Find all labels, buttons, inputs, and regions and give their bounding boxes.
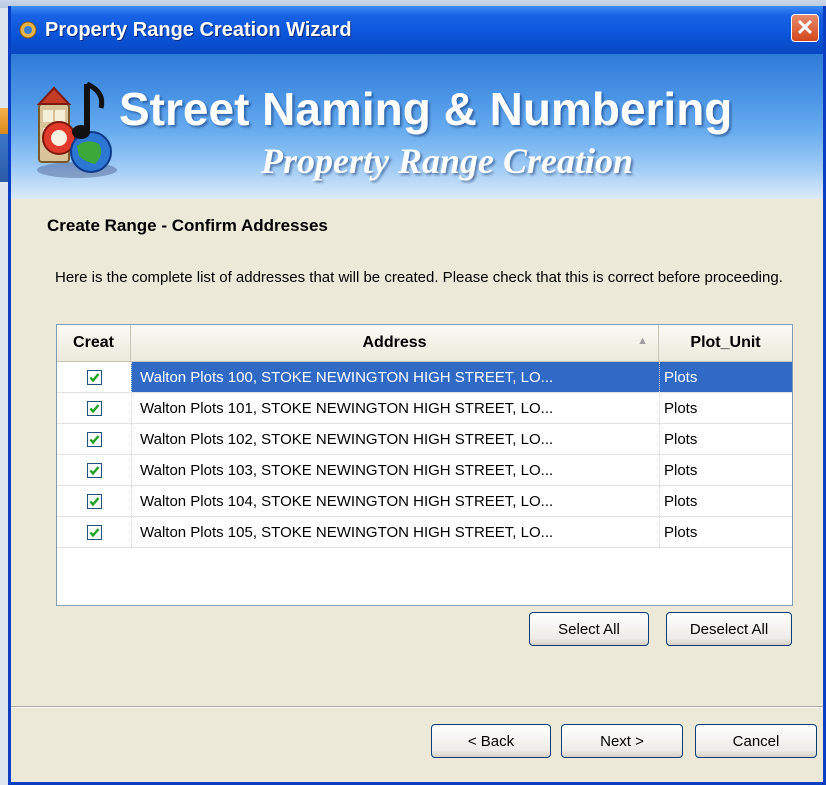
title-bar[interactable]: Property Range Creation Wizard ✕ xyxy=(11,6,823,54)
checkmark-icon xyxy=(89,465,99,475)
table-row[interactable]: Walton Plots 105, STOKE NEWINGTON HIGH S… xyxy=(57,517,792,548)
row-checkbox-cell xyxy=(57,424,131,454)
deselect-all-button[interactable]: Deselect All xyxy=(666,612,792,646)
column-header-creat-label: Creat xyxy=(73,334,114,351)
select-all-button[interactable]: Select All xyxy=(529,612,649,646)
wizard-app-icon xyxy=(17,19,39,41)
column-header-address[interactable]: Address ▲ xyxy=(131,325,659,361)
row-plot-unit: Plots xyxy=(659,517,792,547)
banner-subtitle: Property Range Creation xyxy=(261,141,634,181)
table-row[interactable]: Walton Plots 102, STOKE NEWINGTON HIGH S… xyxy=(57,424,792,455)
addresses-grid[interactable]: Creat Address ▲ Plot_Unit Walton Plots 1… xyxy=(56,324,793,606)
row-address: Walton Plots 103, STOKE NEWINGTON HIGH S… xyxy=(131,455,659,485)
close-button[interactable]: ✕ xyxy=(791,14,819,42)
cancel-button[interactable]: Cancel xyxy=(695,724,817,758)
wizard-window: Property Range Creation Wizard ✕ Street … xyxy=(8,6,826,785)
row-address: Walton Plots 105, STOKE NEWINGTON HIGH S… xyxy=(131,517,659,547)
banner-title: Street Naming & Numbering xyxy=(119,83,733,135)
create-checkbox[interactable] xyxy=(86,462,102,478)
close-icon: ✕ xyxy=(795,15,815,40)
table-row[interactable]: Walton Plots 103, STOKE NEWINGTON HIGH S… xyxy=(57,455,792,486)
create-checkbox[interactable] xyxy=(86,431,102,447)
page-description: Here is the complete list of addresses t… xyxy=(55,269,783,286)
create-checkbox[interactable] xyxy=(86,369,102,385)
row-plot-unit: Plots xyxy=(659,455,792,485)
table-row[interactable]: Walton Plots 101, STOKE NEWINGTON HIGH S… xyxy=(57,393,792,424)
sort-indicator-icon: ▲ xyxy=(637,335,648,347)
column-header-creat[interactable]: Creat xyxy=(57,325,131,361)
row-plot-unit: Plots xyxy=(659,486,792,516)
grid-header: Creat Address ▲ Plot_Unit xyxy=(57,325,792,362)
row-plot-unit: Plots xyxy=(659,362,792,392)
column-header-plot-unit[interactable]: Plot_Unit xyxy=(659,325,792,361)
row-address: Walton Plots 102, STOKE NEWINGTON HIGH S… xyxy=(131,424,659,454)
checkmark-icon xyxy=(89,496,99,506)
row-checkbox-cell xyxy=(57,393,131,423)
row-plot-unit: Plots xyxy=(659,424,792,454)
checkmark-icon xyxy=(89,434,99,444)
next-button[interactable]: Next > xyxy=(561,724,683,758)
street-naming-logo-icon xyxy=(36,81,117,178)
table-row[interactable]: Walton Plots 100, STOKE NEWINGTON HIGH S… xyxy=(57,362,792,393)
window-title: Property Range Creation Wizard xyxy=(45,18,352,41)
row-checkbox-cell xyxy=(57,517,131,547)
create-checkbox[interactable] xyxy=(86,493,102,509)
row-plot-unit: Plots xyxy=(659,393,792,423)
row-address: Walton Plots 104, STOKE NEWINGTON HIGH S… xyxy=(131,486,659,516)
column-header-plot-unit-label: Plot_Unit xyxy=(690,334,761,351)
row-checkbox-cell xyxy=(57,455,131,485)
create-checkbox[interactable] xyxy=(86,400,102,416)
footer-separator xyxy=(11,706,823,708)
table-row[interactable]: Walton Plots 104, STOKE NEWINGTON HIGH S… xyxy=(57,486,792,517)
page-title: Create Range - Confirm Addresses xyxy=(47,216,328,235)
column-header-address-label: Address xyxy=(362,334,427,351)
row-address: Walton Plots 100, STOKE NEWINGTON HIGH S… xyxy=(131,362,659,392)
create-checkbox[interactable] xyxy=(86,524,102,540)
row-checkbox-cell xyxy=(57,362,131,392)
checkmark-icon xyxy=(89,372,99,382)
row-checkbox-cell xyxy=(57,486,131,516)
checkmark-icon xyxy=(89,527,99,537)
row-address: Walton Plots 101, STOKE NEWINGTON HIGH S… xyxy=(131,393,659,423)
wizard-banner: Street Naming & Numbering Property Range… xyxy=(11,54,823,199)
back-button[interactable]: < Back xyxy=(431,724,551,758)
checkmark-icon xyxy=(89,403,99,413)
